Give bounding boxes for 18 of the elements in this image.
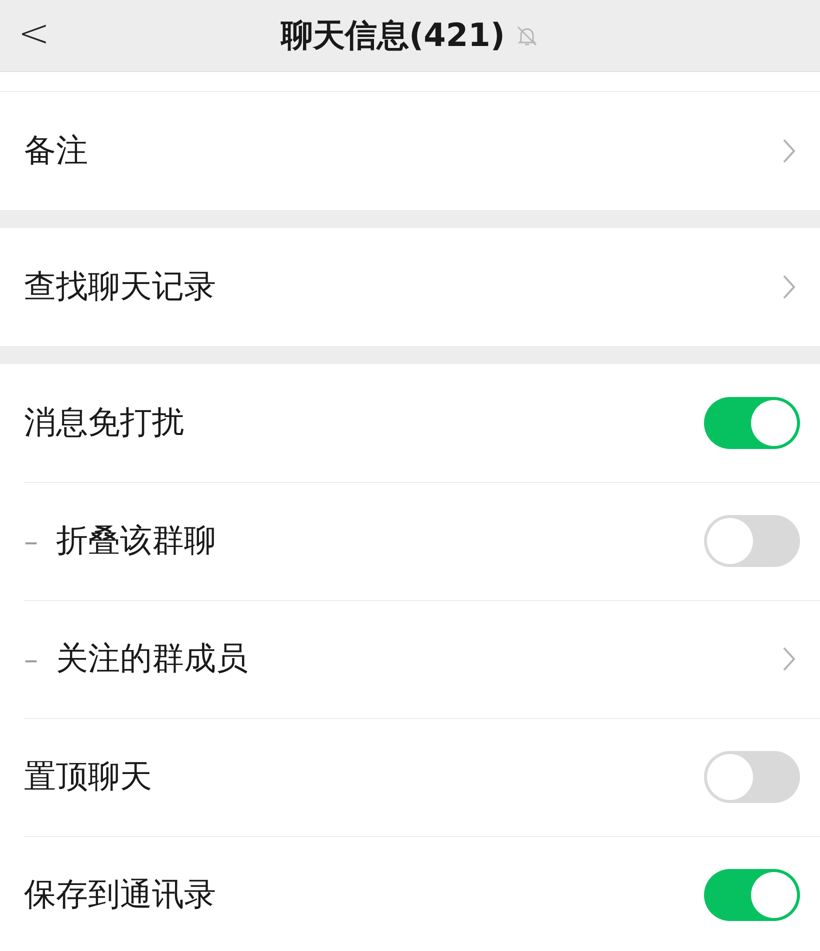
item-label: 保存到通讯录 bbox=[24, 874, 216, 915]
chevron-icon bbox=[782, 274, 796, 300]
item-label: 消息免打扰 bbox=[24, 402, 184, 443]
item-label: 折叠该群聊 bbox=[56, 520, 216, 561]
toggle-switch[interactable] bbox=[704, 751, 800, 803]
dash-mark: – bbox=[24, 642, 38, 676]
toggle-switch[interactable] bbox=[704, 515, 800, 567]
item-label: 备注 bbox=[24, 130, 88, 171]
toggle-switch[interactable] bbox=[704, 869, 800, 921]
window-title: 聊天信息(421) bbox=[280, 14, 506, 56]
chevron-icon bbox=[782, 138, 796, 164]
toggle-switch[interactable] bbox=[704, 397, 800, 449]
chevron-icon bbox=[782, 646, 796, 672]
item-label: 置顶聊天 bbox=[24, 756, 152, 797]
back-button[interactable]: < bbox=[0, 10, 62, 60]
item-label: 查找聊天记录 bbox=[24, 266, 216, 307]
dash-mark: – bbox=[24, 524, 38, 558]
item-label: 关注的群成员 bbox=[56, 638, 248, 679]
